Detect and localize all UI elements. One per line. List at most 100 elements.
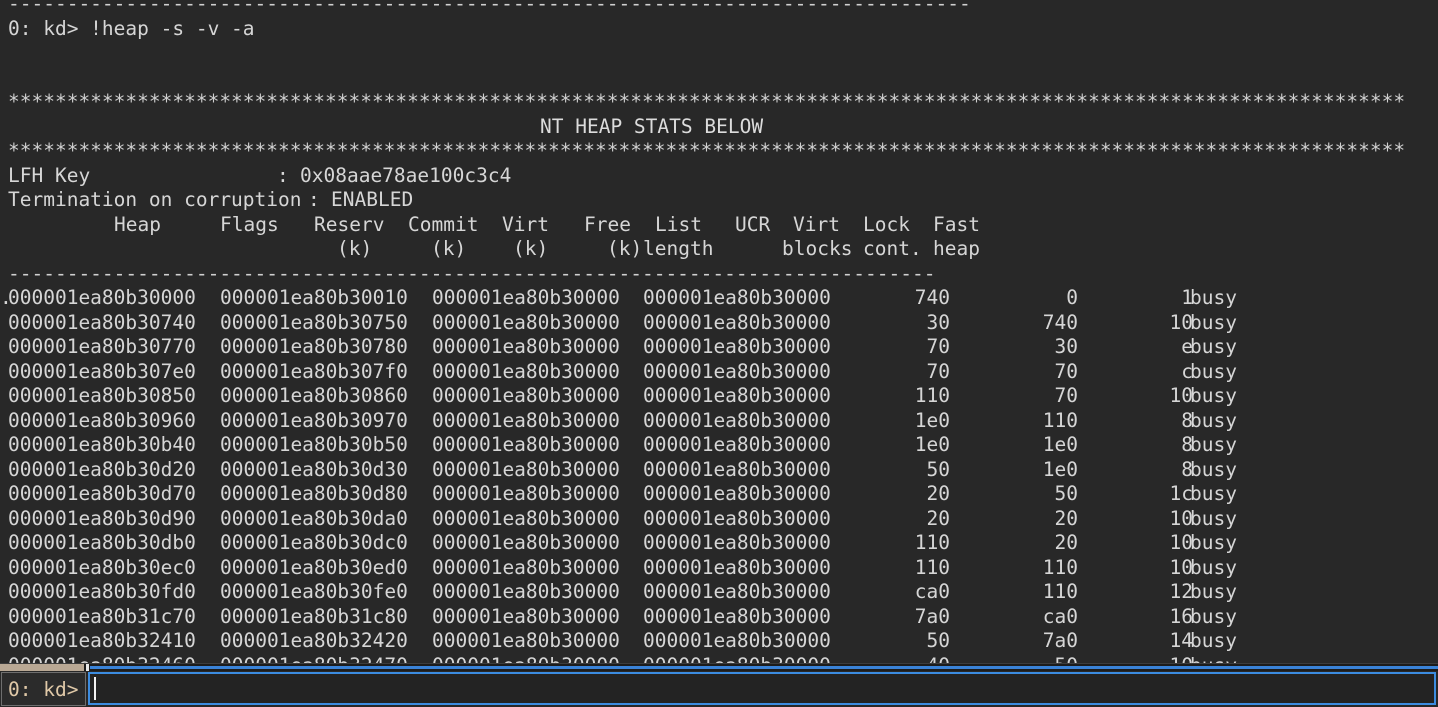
col-unit-free: (k) — [607, 237, 642, 262]
table-row: 000001ea80b30d20000001ea80b30d30000001ea… — [0, 458, 1438, 483]
termination-value: ENABLED — [331, 188, 413, 211]
virt-value: 50 — [927, 458, 950, 483]
table-row: 000001ea80b31c70000001ea80b31c80000001ea… — [0, 605, 1438, 630]
state-value: busy — [1190, 458, 1237, 483]
reserv-value: 000001ea80b30000 — [432, 556, 620, 581]
reserv-value: 000001ea80b30000 — [432, 409, 620, 434]
free-value: 20 — [1055, 531, 1078, 556]
table-header-row-2: (k)(k)(k)(k)lengthblockscont.heap — [0, 237, 1438, 262]
col-header-free: Free — [584, 213, 631, 238]
virt-value: 50 — [927, 629, 950, 654]
col-header-virt-blocks: Virt — [793, 213, 840, 238]
free-value: 110 — [1043, 556, 1078, 581]
horizontal-scrollbar[interactable] — [0, 663, 1438, 671]
commit-value: 000001ea80b30000 — [643, 433, 831, 458]
state-value: busy — [1190, 629, 1237, 654]
flags-value: 000001ea80b30ed0 — [220, 556, 408, 581]
table-row: 000001ea80b30b40000001ea80b30b50000001ea… — [0, 433, 1438, 458]
virt-value: 1e0 — [915, 409, 950, 434]
virt-value: ca0 — [915, 580, 950, 605]
flags-value: 000001ea80b30d30 — [220, 458, 408, 483]
termination-label: Termination on corruption — [8, 188, 308, 213]
heap-address: 000001ea80b30d90 — [8, 507, 196, 532]
commit-value: 000001ea80b30000 — [643, 482, 831, 507]
flags-value: 000001ea80b307f0 — [220, 360, 408, 385]
heap-table-rows: .000001ea80b30000000001ea80b30010000001e… — [0, 286, 1438, 663]
command-input[interactable] — [96, 674, 1434, 703]
table-row: 000001ea80b30d70000001ea80b30d80000001ea… — [0, 482, 1438, 507]
banner-rule-bottom: ****************************************… — [0, 139, 1438, 164]
commit-value: 000001ea80b30000 — [643, 531, 831, 556]
prompt-label: 0: kd> — [1, 672, 86, 706]
table-row: 000001ea80b30850000001ea80b30860000001ea… — [0, 384, 1438, 409]
reserv-value: 000001ea80b30000 — [432, 531, 620, 556]
col-unit-commit: (k) — [431, 237, 466, 262]
commit-value: 000001ea80b30000 — [643, 507, 831, 532]
free-value: 7a0 — [1043, 629, 1078, 654]
commit-value: 000001ea80b30000 — [643, 458, 831, 483]
state-value: busy — [1190, 335, 1237, 360]
free-value: 110 — [1043, 580, 1078, 605]
horizontal-scrollbar-thumb[interactable] — [0, 664, 84, 671]
state-value: busy — [1190, 580, 1237, 605]
flags-value: 000001ea80b30d80 — [220, 482, 408, 507]
heap-address: 000001ea80b31c70 — [8, 605, 196, 630]
flags-value: 000001ea80b31c80 — [220, 605, 408, 630]
reserv-value: 000001ea80b30000 — [432, 360, 620, 385]
table-row: 000001ea80b30d90000001ea80b30da0000001ea… — [0, 507, 1438, 532]
flags-value: 000001ea80b30dc0 — [220, 531, 408, 556]
command-echo-line: 0: kd> !heap -s -v -a — [0, 17, 1438, 42]
spacer-line-1 — [0, 41, 1438, 66]
command-output-pane[interactable]: ----------------------------------------… — [0, 0, 1438, 663]
col-header-list: List — [655, 213, 702, 238]
commit-value: 000001ea80b30000 — [643, 629, 831, 654]
table-row: .000001ea80b30000000001ea80b30010000001e… — [0, 286, 1438, 311]
reserv-value: 000001ea80b30000 — [432, 384, 620, 409]
spacer-line-2 — [0, 66, 1438, 91]
reserv-value: 000001ea80b30000 — [432, 458, 620, 483]
heap-address: 000001ea80b30850 — [8, 384, 196, 409]
state-value: busy — [1190, 605, 1237, 630]
state-value: busy — [1190, 409, 1237, 434]
heap-address: 000001ea80b307e0 — [8, 360, 196, 385]
state-value: busy — [1190, 556, 1237, 581]
heap-address: 000001ea80b30740 — [8, 311, 196, 336]
col-unit-virt-blocks: blocks — [782, 237, 852, 262]
virt-value: 110 — [915, 384, 950, 409]
col-unit-virt: (k) — [513, 237, 548, 262]
reserv-value: 000001ea80b30000 — [432, 654, 620, 664]
nt-heap-stats-title: NT HEAP STATS BELOW — [540, 115, 763, 138]
free-value: 740 — [1043, 311, 1078, 336]
reserv-value: 000001ea80b30000 — [432, 433, 620, 458]
reserv-value: 000001ea80b30000 — [432, 507, 620, 532]
banner-rule-top: ****************************************… — [0, 90, 1438, 115]
col-unit-reserv: (k) — [337, 237, 372, 262]
free-value: 110 — [1043, 409, 1078, 434]
table-row: 000001ea80b30fd0000001ea80b30fe0000001ea… — [0, 580, 1438, 605]
scrollbar-caret-marker — [86, 664, 89, 671]
reserv-value: 000001ea80b30000 — [432, 311, 620, 336]
flags-value: 000001ea80b32420 — [220, 629, 408, 654]
flags-value: 000001ea80b32470 — [220, 654, 408, 664]
heap-address: 000001ea80b30960 — [8, 409, 196, 434]
info-row-termination: Termination on corruption:ENABLED — [0, 188, 1438, 213]
state-value: busy — [1190, 433, 1237, 458]
col-unit-fast-heap: heap — [933, 237, 980, 262]
virt-value: 30 — [927, 311, 950, 336]
state-value: busy — [1190, 531, 1237, 556]
commit-value: 000001ea80b30000 — [643, 556, 831, 581]
heap-address: 000001ea80b32410 — [8, 629, 196, 654]
state-value: busy — [1190, 482, 1237, 507]
col-header-heap: Heap — [114, 213, 161, 238]
scrollbar-rail[interactable] — [90, 666, 1438, 669]
table-row: 000001ea80b30770000001ea80b30780000001ea… — [0, 335, 1438, 360]
table-row: 000001ea80b30ec0000001ea80b30ed0000001ea… — [0, 556, 1438, 581]
heap-address: 000001ea80b32460 — [8, 654, 196, 664]
lfh-key-separator: : — [277, 164, 300, 189]
table-row: 000001ea80b30740000001ea80b30750000001ea… — [0, 311, 1438, 336]
windbg-console-window: ----------------------------------------… — [0, 0, 1438, 707]
col-header-virt: Virt — [502, 213, 549, 238]
command-input-wrapper[interactable] — [88, 672, 1436, 705]
virt-value: 110 — [915, 556, 950, 581]
state-value: busy — [1190, 360, 1237, 385]
